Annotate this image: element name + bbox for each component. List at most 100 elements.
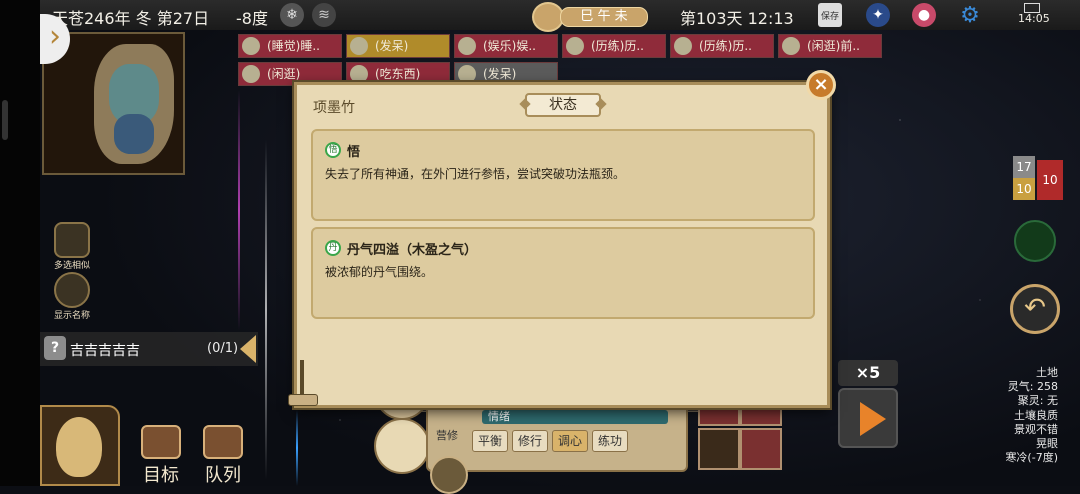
tile-info: 土地 灵气: 258 聚灵: 无 土壤良质 景观不错 晃眼 寒冷(-7度): [1005, 366, 1058, 465]
weather-snow-icon[interactable]: ❄: [280, 3, 304, 27]
calendar-date: 天苍246年 冬 第27日: [52, 9, 210, 28]
tile-glare: 晃眼: [1036, 437, 1058, 451]
light-streak: [238, 90, 240, 330]
avatar: [458, 37, 476, 55]
action-slot[interactable]: [698, 428, 740, 470]
quest-progress: (0/1): [207, 341, 239, 356]
avatar: [242, 65, 260, 83]
option-mind[interactable]: 调心: [552, 430, 589, 452]
eye-icon: [54, 272, 90, 308]
disciple-tag[interactable]: (睡觉)睡..: [238, 34, 342, 58]
day-time: 第103天 12:13: [680, 9, 794, 28]
avatar: [566, 37, 584, 55]
settings-gear-icon[interactable]: [430, 456, 468, 494]
disciple-tag[interactable]: (发呆): [346, 34, 450, 58]
count-chip[interactable]: 17: [1013, 156, 1035, 178]
play-button[interactable]: [838, 388, 898, 448]
disciple-tag[interactable]: (历练)历..: [562, 34, 666, 58]
tile-cold: 寒冷(-7度): [1005, 451, 1058, 465]
gourd-portrait[interactable]: [40, 405, 120, 486]
mood-label: 情绪: [488, 410, 510, 423]
option-train[interactable]: 练功: [592, 430, 629, 452]
wind-icon[interactable]: ≋: [312, 3, 336, 27]
avatar: [350, 37, 368, 55]
tag-label: (发呆): [375, 39, 409, 53]
close-icon[interactable]: ×: [806, 70, 836, 100]
tile-gathering: 聚灵: 无: [1017, 394, 1058, 408]
status-title: 丹气四溢（木盈之气）: [347, 243, 478, 258]
status-description: 被浓郁的丹气围绕。: [325, 265, 434, 279]
queue-icon: [203, 425, 243, 459]
compass-icon[interactable]: ✦: [866, 3, 890, 27]
tag-label: (历练)历..: [591, 39, 644, 53]
tile-qi: 灵气: 258: [1007, 380, 1058, 394]
queue-label: 队列: [205, 465, 241, 486]
character-name: 项墨竹: [313, 100, 355, 116]
option-balance[interactable]: 平衡: [472, 430, 509, 452]
system-time: 14:05: [1018, 12, 1050, 25]
tag-label: (娱乐)娱..: [483, 39, 536, 53]
disciple-tag[interactable]: (历练)历..: [670, 34, 774, 58]
tile-type: 土地: [1036, 366, 1058, 379]
shichen-indicator: 巳 午 未: [560, 7, 648, 27]
status-card: 悟 悟 失去了所有神通，在外门进行参悟，尝试突破功法瓶颈。: [311, 129, 815, 221]
elixir-icon: 丹: [325, 240, 341, 256]
question-icon: ?: [44, 336, 66, 360]
avatar: [242, 37, 260, 55]
save-button[interactable]: 保存: [818, 3, 842, 27]
temperature: -8度: [236, 9, 268, 28]
disciple-round-button[interactable]: [374, 418, 430, 474]
avatar: [674, 37, 692, 55]
disciple-tag[interactable]: (娱乐)娱..: [454, 34, 558, 58]
disciple-tag[interactable]: (闲逛)前..: [778, 34, 882, 58]
light-streak: [296, 410, 298, 486]
quest-title: 吉吉吉吉吉: [70, 343, 140, 359]
scroll-rod-decoration: [288, 360, 318, 406]
tag-label: (历练)历..: [699, 39, 752, 53]
scroll-base: [288, 394, 318, 406]
play-icon: [860, 402, 886, 436]
multi-select-icon: [54, 222, 90, 258]
enlightenment-icon: 悟: [325, 142, 341, 158]
dialog-title: 状态: [525, 93, 601, 117]
tag-label: (闲逛): [267, 67, 301, 81]
collapse-arrow-icon[interactable]: [240, 335, 256, 363]
tile-scenery: 景观不错: [1014, 422, 1058, 436]
target-icon: [141, 425, 181, 459]
avatar: [458, 65, 476, 83]
status-dialog: 项墨竹 状态 悟 悟 失去了所有神通，在外门进行参悟，尝试突破功法瓶颈。 丹 丹…: [294, 82, 830, 408]
avatar: [350, 65, 368, 83]
mood-panel: 情绪 营修 平衡 修行 调心 练功: [426, 402, 688, 472]
avatar: [782, 37, 800, 55]
taiji-icon[interactable]: [1014, 220, 1056, 262]
light-streak: [265, 140, 267, 480]
battery-icon: [1024, 3, 1040, 13]
tag-label: (闲逛)前..: [807, 39, 860, 53]
status-title: 悟: [347, 145, 361, 160]
action-slot[interactable]: [740, 428, 782, 470]
mood-bar: 情绪: [482, 410, 668, 424]
side-handle: [2, 100, 8, 140]
target-label: 目标: [143, 465, 179, 486]
option-cultivate[interactable]: 修行: [512, 430, 549, 452]
scroll-rod: [300, 360, 304, 396]
speed-indicator: ×5: [838, 360, 898, 386]
gourd-icon: [56, 417, 102, 477]
undo-icon[interactable]: ↶: [1010, 284, 1060, 334]
palette-icon[interactable]: ●: [912, 3, 936, 27]
show-names-button[interactable]: 显示名称: [42, 272, 102, 321]
minimap-lake: [114, 114, 154, 154]
quest-tracker[interactable]: ? 吉吉吉吉吉 (0/1): [40, 332, 258, 366]
alert-chip[interactable]: 10: [1037, 160, 1063, 200]
multi-select-button[interactable]: 多选相似: [42, 222, 102, 271]
status-card: 丹 丹气四溢（木盈之气） 被浓郁的丹气围绕。: [311, 227, 815, 319]
gear-icon[interactable]: ⚙: [958, 3, 982, 28]
count-chip[interactable]: 10: [1013, 178, 1035, 200]
tag-label: (睡觉)睡..: [267, 39, 320, 53]
tag-label: (发呆): [483, 67, 517, 81]
attitude-label: 营修: [436, 429, 458, 442]
queue-button[interactable]: 队列: [198, 425, 248, 487]
top-status-bar: 天苍246年 冬 第27日 -8度 ❄ ≋ 巳 午 未 第103天 12:13 …: [40, 0, 1080, 32]
multi-select-label: 多选相似: [53, 261, 90, 271]
target-button[interactable]: 目标: [136, 425, 186, 487]
